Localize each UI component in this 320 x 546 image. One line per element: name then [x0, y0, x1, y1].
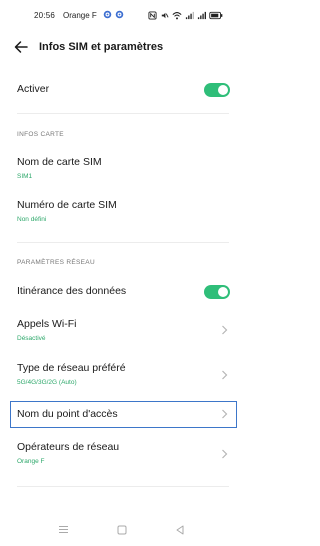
signal-icon — [197, 11, 206, 19]
page-title: Infos SIM et paramètres — [39, 41, 164, 53]
navigation-bar — [0, 515, 245, 545]
sim-name-label: Nom de carte SIM — [17, 156, 102, 168]
sim-number-value: Non défini — [17, 216, 47, 223]
status-time: 20:56 — [34, 11, 56, 20]
sim-name-row[interactable]: Nom de carte SIM SIM1 — [0, 150, 245, 186]
network-operators-label: Opérateurs de réseau — [17, 441, 120, 453]
toggle-knob — [218, 287, 228, 297]
status-carrier: Orange F — [63, 11, 97, 20]
chevron-right-icon — [222, 370, 228, 380]
activate-row[interactable]: Activer — [0, 76, 245, 104]
activate-toggle[interactable] — [204, 83, 230, 97]
chevron-right-icon — [222, 449, 228, 459]
sim-number-label: Numéro de carte SIM — [17, 199, 117, 211]
network-operators-row[interactable]: Opérateurs de réseau Orange F — [0, 437, 245, 473]
wifi-calls-value: Désactivé — [17, 335, 46, 342]
settings-gear-icon — [115, 10, 124, 19]
chevron-right-icon — [222, 325, 228, 335]
activate-label: Activer — [17, 83, 50, 95]
chevron-right-icon — [222, 409, 228, 419]
sim-number-row[interactable]: Numéro de carte SIM Non défini — [0, 193, 245, 229]
settings-gear-icon — [103, 10, 112, 19]
divider — [17, 486, 229, 487]
wifi-icon — [172, 11, 182, 19]
wifi-calls-label: Appels Wi-Fi — [17, 318, 77, 330]
section-header-network: PARAMÈTRES RÉSEAU — [17, 259, 95, 266]
network-type-row[interactable]: Type de réseau préféré 5G/4G/3G/2G (Auto… — [0, 358, 245, 394]
back-arrow-icon[interactable] — [14, 40, 28, 54]
mute-icon — [161, 12, 169, 18]
signal-icon — [185, 11, 194, 19]
divider — [17, 113, 229, 114]
apn-label: Nom du point d'accès — [17, 408, 118, 420]
roaming-row[interactable]: Itinérance des données — [0, 278, 245, 306]
status-bar: 20:56 Orange F — [0, 0, 245, 30]
network-type-label: Type de réseau préféré — [17, 362, 126, 374]
sim-name-value: SIM1 — [17, 173, 33, 180]
home-icon[interactable] — [117, 525, 127, 535]
status-icons — [148, 9, 224, 21]
network-operators-value: Orange F — [17, 458, 45, 465]
roaming-toggle[interactable] — [204, 285, 230, 299]
roaming-label: Itinérance des données — [17, 285, 127, 297]
network-type-value: 5G/4G/3G/2G (Auto) — [17, 379, 77, 386]
back-triangle-icon[interactable] — [175, 525, 185, 535]
apn-row[interactable]: Nom du point d'accès — [0, 401, 245, 428]
section-header-card-info: INFOS CARTE — [17, 131, 64, 138]
app-bar: Infos SIM et paramètres — [0, 32, 245, 62]
nfc-icon — [148, 10, 157, 20]
menu-icon[interactable] — [58, 525, 69, 534]
divider — [17, 242, 229, 243]
wifi-calls-row[interactable]: Appels Wi-Fi Désactivé — [0, 315, 245, 351]
toggle-knob — [218, 85, 228, 95]
battery-icon — [209, 11, 223, 19]
